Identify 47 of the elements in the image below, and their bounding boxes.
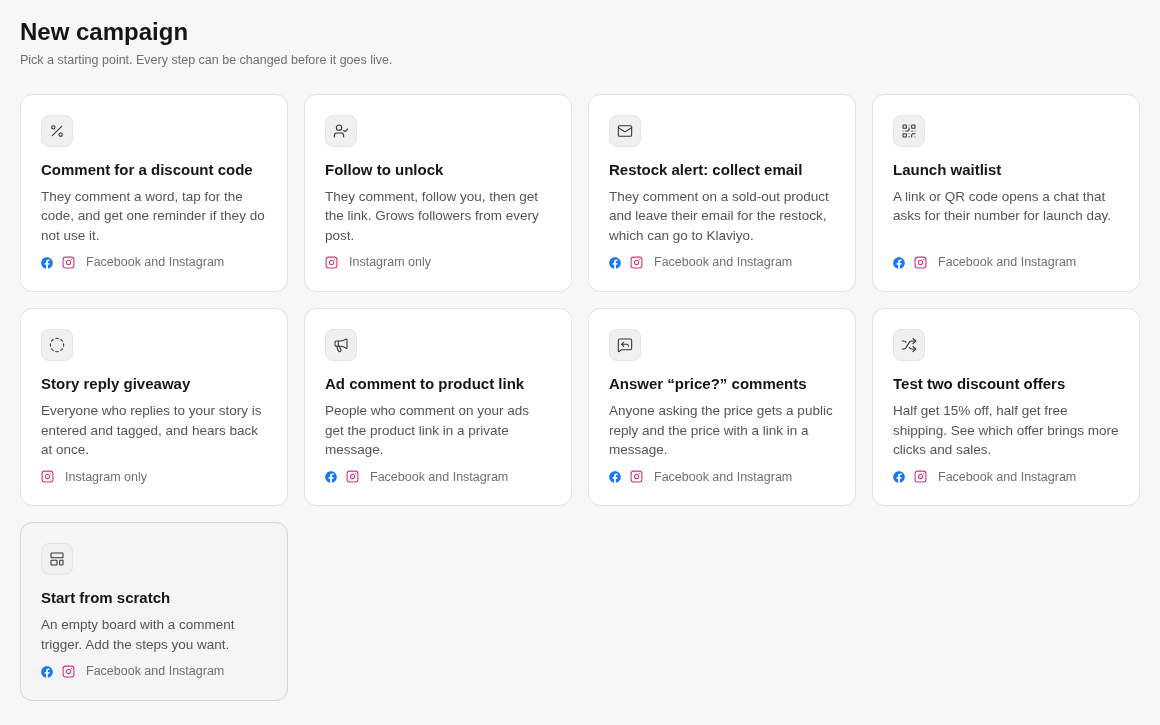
template-card[interactable]: Follow to unlock They comment, follow you, then get the link. Grows followers from every post. Instagram only [304, 93, 572, 292]
template-card[interactable]: Comment for a discount code They comment a word, tap for the code, and get one reminder if they do not use it. Facebook and Instagram [20, 93, 288, 292]
platform-label: Instagram only [65, 468, 147, 486]
envelope-icon [617, 122, 633, 139]
template-card[interactable]: Restock alert: collect email They comment on a sold-out product and leave their email for the restock, which can go to Klaviyo. Facebook and Instagram [588, 93, 856, 292]
platform-label: Facebook and Instagram [86, 254, 225, 272]
card-title: Test two discount offers [893, 374, 1067, 394]
card-title: Story reply giveaway [41, 374, 192, 394]
layout-icon [49, 551, 65, 568]
platform-label: Facebook and Instagram [654, 468, 793, 486]
template-card[interactable]: Answer “price?” comments Anyone asking the price gets a public reply and the price with a link in a message. Facebook and Instagram [588, 308, 856, 507]
reply-message-icon [617, 337, 633, 353]
template-card[interactable]: Launch waitlist A link or QR code opens a chat that asks for their number for launch day. Facebook and Instagram [872, 93, 1140, 292]
card-description: A link or QR code opens a chat that asks for their number for launch day. [893, 187, 1113, 226]
qr-code-icon [901, 122, 917, 139]
platform-label: Facebook and Instagram [86, 663, 225, 681]
card-title: Launch waitlist [893, 159, 1003, 180]
card-description: Everyone who replies to your story is entered and tagged, and hears back at once. [41, 402, 263, 459]
template-card[interactable]: Start from scratch An empty board with a comment trigger. Add the steps you want. Facebook and Instagram [20, 522, 288, 701]
card-title: Answer “price?” comments [609, 374, 808, 394]
card-description: Anyone asking the price gets a public reply and the price with a link in a message. [609, 402, 834, 459]
template-card[interactable]: Story reply giveaway Everyone who replies to your story is entered and tagged, and hears back at once. Instagram only [20, 308, 288, 507]
template-card[interactable]: Test two discount offers Half get 15% off, half get free shipping. See which offer brings more clicks and sales. Facebook and Instagram [872, 308, 1140, 507]
percent-icon [49, 122, 65, 139]
page-subtitle: Pick a starting point. Every step can be changed before it goes live. [20, 52, 394, 69]
user-check-icon [333, 122, 349, 139]
card-title: Ad comment to product link [325, 374, 526, 394]
platform-label: Facebook and Instagram [938, 254, 1077, 272]
platform-label: Facebook and Instagram [654, 254, 793, 272]
card-description: An empty board with a comment trigger. Add the steps you want. [41, 616, 236, 654]
card-title: Comment for a discount code [41, 159, 254, 180]
platform-label: Facebook and Instagram [938, 468, 1077, 486]
card-description: They comment on a sold-out product and leave their email for the restock, which can go to Klaviyo. [609, 187, 830, 245]
shuffle-icon [901, 337, 917, 353]
page-title: New campaign [20, 18, 190, 46]
megaphone-icon [333, 337, 349, 353]
card-description: People who comment on your ads get the product link in a private message. [325, 402, 531, 459]
dashed-circle-icon [49, 337, 65, 353]
card-title: Follow to unlock [325, 159, 445, 180]
platform-label: Facebook and Instagram [370, 468, 509, 486]
platform-label: Instagram only [349, 254, 431, 272]
card-description: They comment a word, tap for the code, and get one reminder if they do not use it. [41, 187, 266, 245]
template-card[interactable]: Ad comment to product link People who comment on your ads get the product link in a private message. Facebook and Instagram [304, 308, 572, 507]
card-description: Half get 15% off, half get free shipping. See which offer brings more clicks and sales. [893, 402, 1119, 459]
card-description: They comment, follow you, then get the link. Grows followers from every post. [325, 187, 540, 245]
card-title: Start from scratch [41, 588, 172, 609]
card-title: Restock alert: collect email [609, 159, 804, 180]
